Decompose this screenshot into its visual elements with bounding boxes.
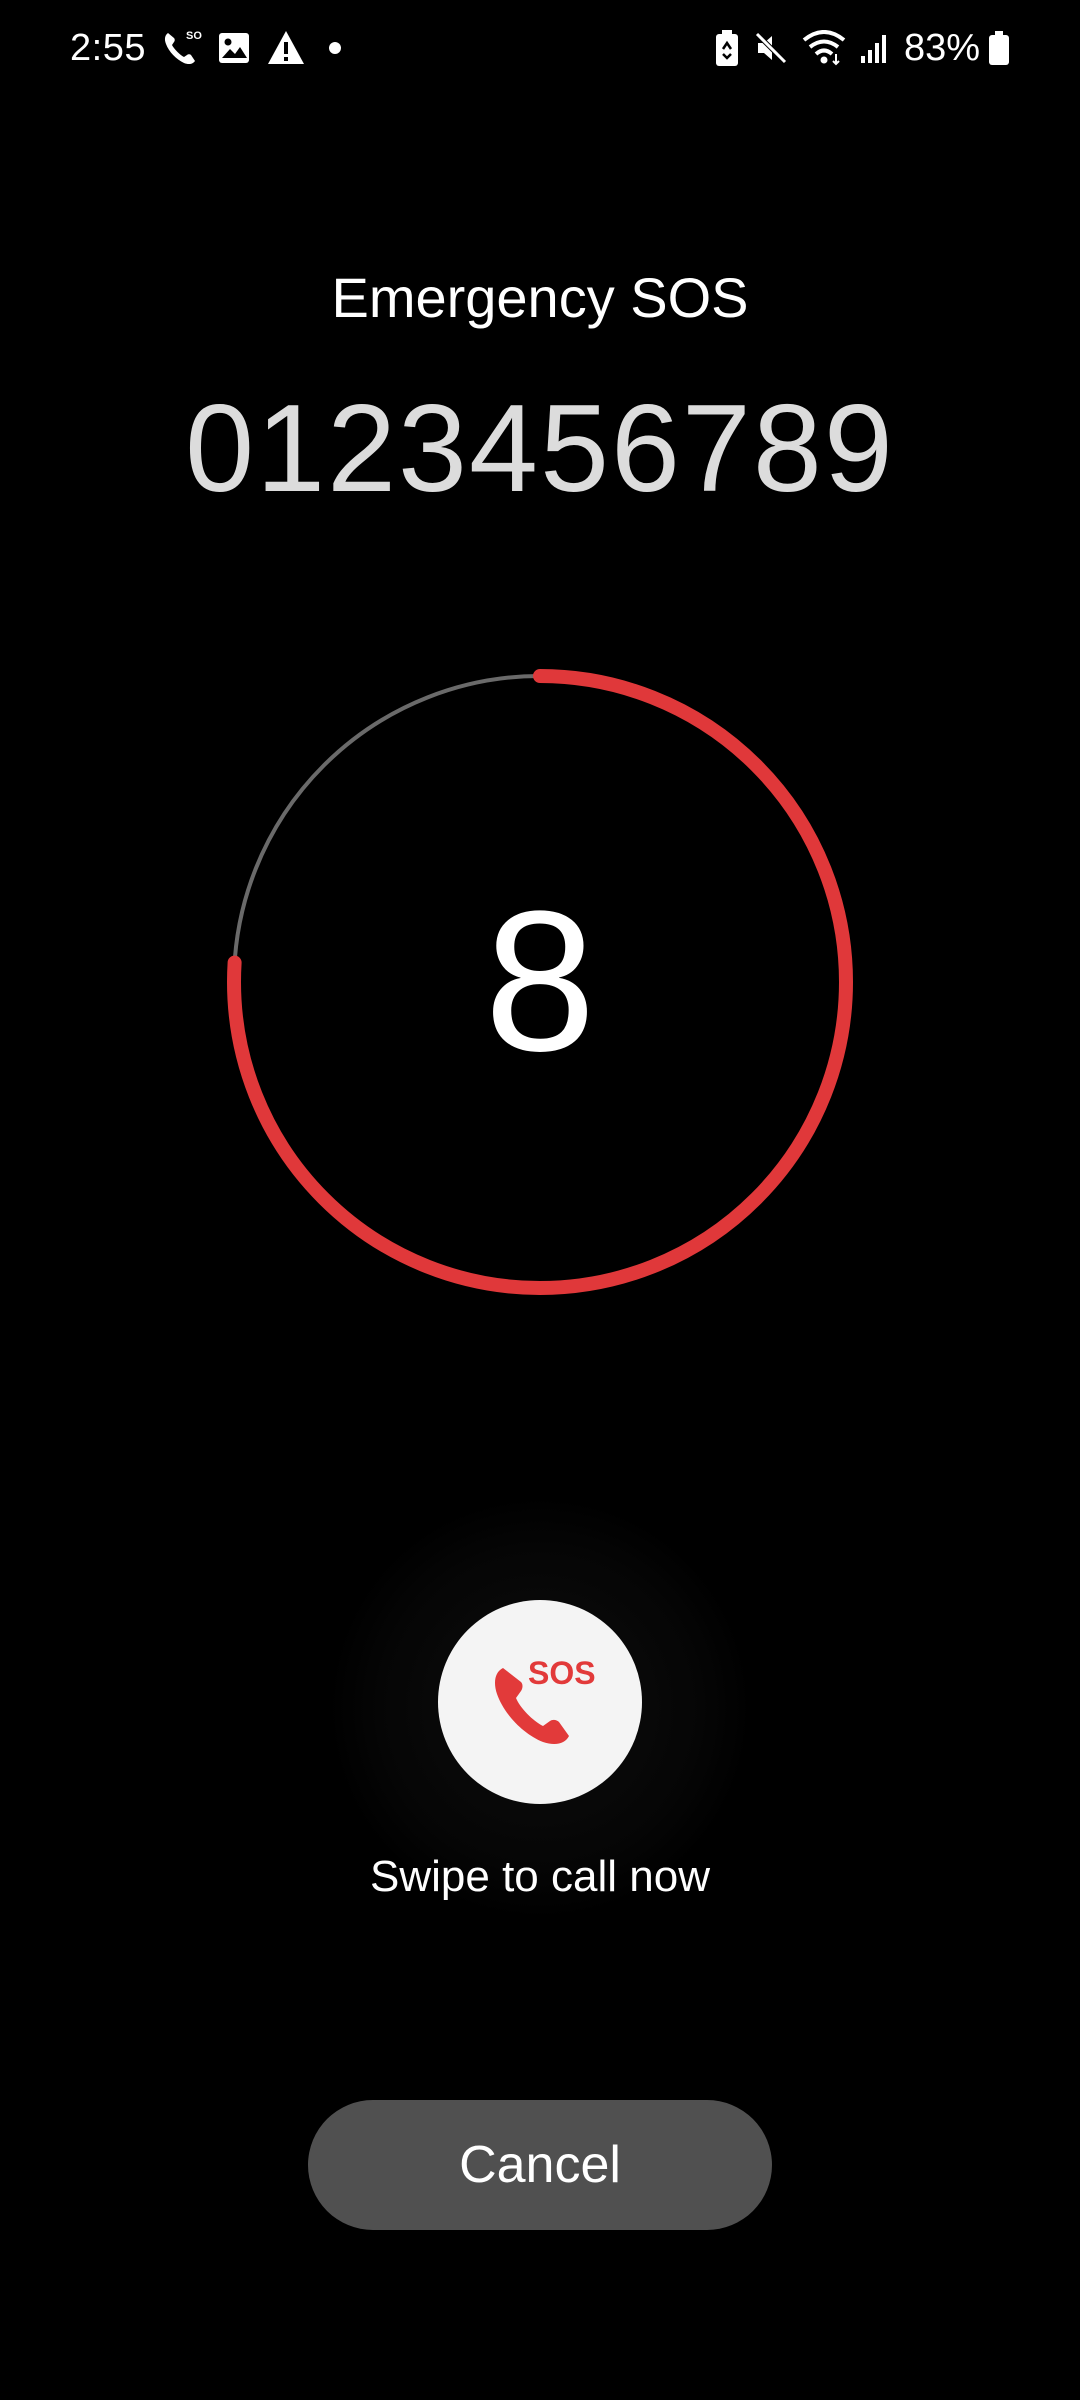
image-icon [216,26,252,70]
countdown-value: 8 [484,870,596,1093]
sos-label: SOS [528,1655,596,1691]
status-bar-left: 2:55 SOS [70,18,342,78]
sos-call-button[interactable] [438,1600,642,1804]
page-title: Emergency SOS [331,266,749,329]
battery-percent: 83% [903,26,980,69]
mute-icon [754,26,788,70]
status-time: 2:55 [70,26,146,69]
cancel-button[interactable]: Cancel [308,2100,772,2230]
swipe-instruction: Swipe to call now [370,1852,710,1901]
battery-icon [988,26,1010,70]
phone-sos-icon: SOS [160,26,202,70]
emergency-number: 0123456789 [185,380,895,518]
status-bar-right: 83% [714,18,1010,78]
battery-saver-icon [714,26,740,70]
wifi-icon [802,26,846,70]
signal-icon [860,26,890,70]
status-bar: 2:55 SOS [0,0,1080,96]
svg-text:SOS: SOS [186,30,202,42]
warning-icon [266,26,306,70]
dot-icon [328,26,342,70]
